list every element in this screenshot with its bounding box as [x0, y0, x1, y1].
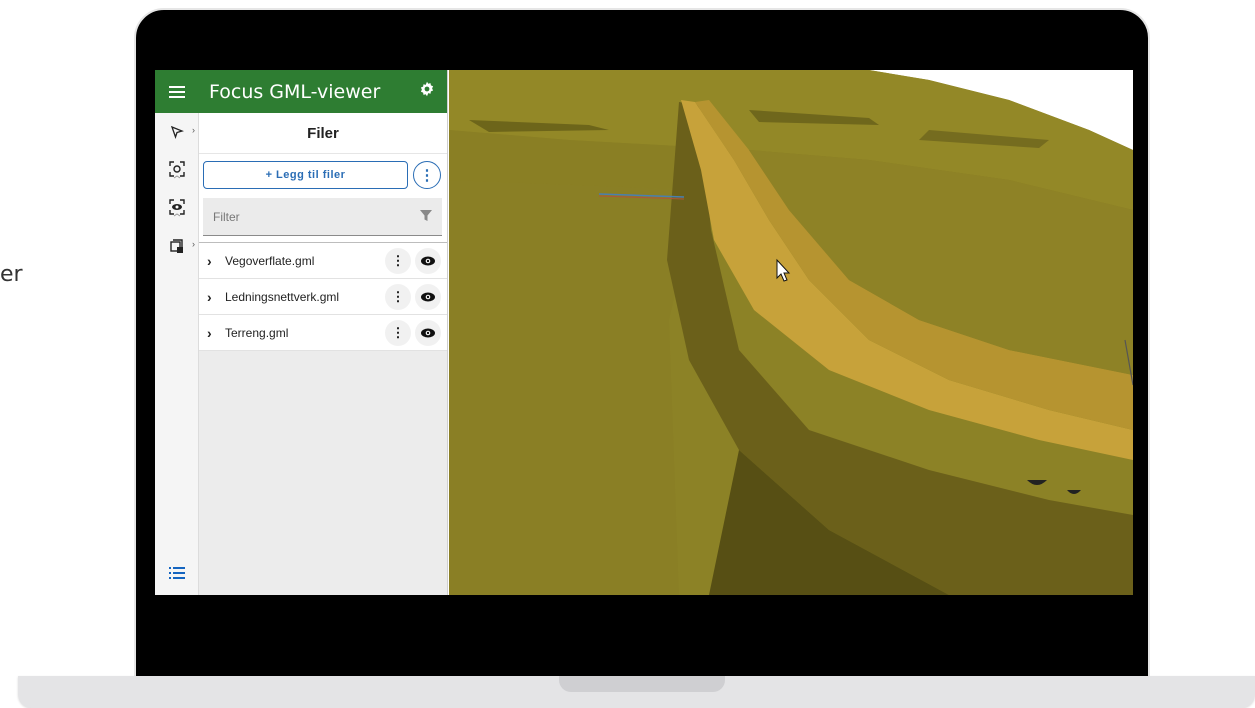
files-panel: Focus GML-viewer Filer + Legg til filer … [199, 70, 448, 595]
file-name: Ledningsnettverk.gml [225, 289, 340, 304]
file-list: › Vegoverflate.gml ⋮ › Ledningsnettverk.… [199, 243, 447, 351]
screen-bezel-bottom [155, 595, 1133, 676]
gear-icon[interactable] [419, 81, 435, 102]
chevron-right-icon: › [192, 125, 195, 135]
zoom-to-tool-button[interactable] [155, 151, 199, 189]
app-header: Focus GML-viewer [199, 70, 447, 113]
file-name: Terreng.gml [225, 325, 289, 340]
more-vertical-icon[interactable]: ⋮ [385, 319, 411, 346]
chevron-right-icon[interactable]: › [207, 325, 221, 341]
file-row[interactable]: › Terreng.gml ⋮ [199, 315, 447, 351]
eye-icon [169, 199, 185, 217]
app-title: Focus GML-viewer [209, 80, 381, 103]
app-screen: › › Focus GML-viewer Filer + Legg til fi… [155, 70, 1133, 595]
more-vertical-icon[interactable]: ⋮ [413, 160, 441, 189]
eye-icon[interactable] [415, 247, 441, 274]
box-layers-icon [170, 239, 183, 253]
tool-rail: › › [155, 70, 199, 595]
add-files-button[interactable]: + Legg til filer [203, 160, 408, 189]
layers-tool-button[interactable]: › [155, 227, 199, 265]
side-caption: er [0, 262, 23, 287]
section-title: Filer [199, 113, 447, 154]
select-tool-button[interactable]: › [155, 113, 199, 151]
eye-icon[interactable] [415, 283, 441, 310]
eye-icon[interactable] [415, 319, 441, 346]
list-view-button[interactable] [155, 557, 199, 587]
more-vertical-icon[interactable]: ⋮ [385, 283, 411, 310]
cursor-select-icon [170, 125, 184, 139]
hamburger-icon[interactable] [155, 70, 199, 113]
chevron-right-icon[interactable]: › [207, 253, 221, 269]
funnel-icon [420, 209, 432, 225]
file-row[interactable]: › Ledningsnettverk.gml ⋮ [199, 279, 447, 315]
chevron-right-icon: › [192, 239, 195, 249]
laptop-notch [559, 676, 725, 692]
list-icon [169, 566, 185, 579]
3d-viewport[interactable] [449, 70, 1133, 595]
file-row[interactable]: › Vegoverflate.gml ⋮ [199, 243, 447, 279]
filter-placeholder: Filter [213, 209, 240, 224]
focus-icon [169, 161, 185, 179]
chevron-right-icon[interactable]: › [207, 289, 221, 305]
visibility-tool-button[interactable] [155, 189, 199, 227]
filter-input[interactable]: Filter [203, 198, 442, 236]
stage: er › › Focus GML-viewer Filer + Legg til… [0, 0, 1255, 708]
file-name: Vegoverflate.gml [225, 253, 315, 268]
more-vertical-icon[interactable]: ⋮ [385, 247, 411, 274]
